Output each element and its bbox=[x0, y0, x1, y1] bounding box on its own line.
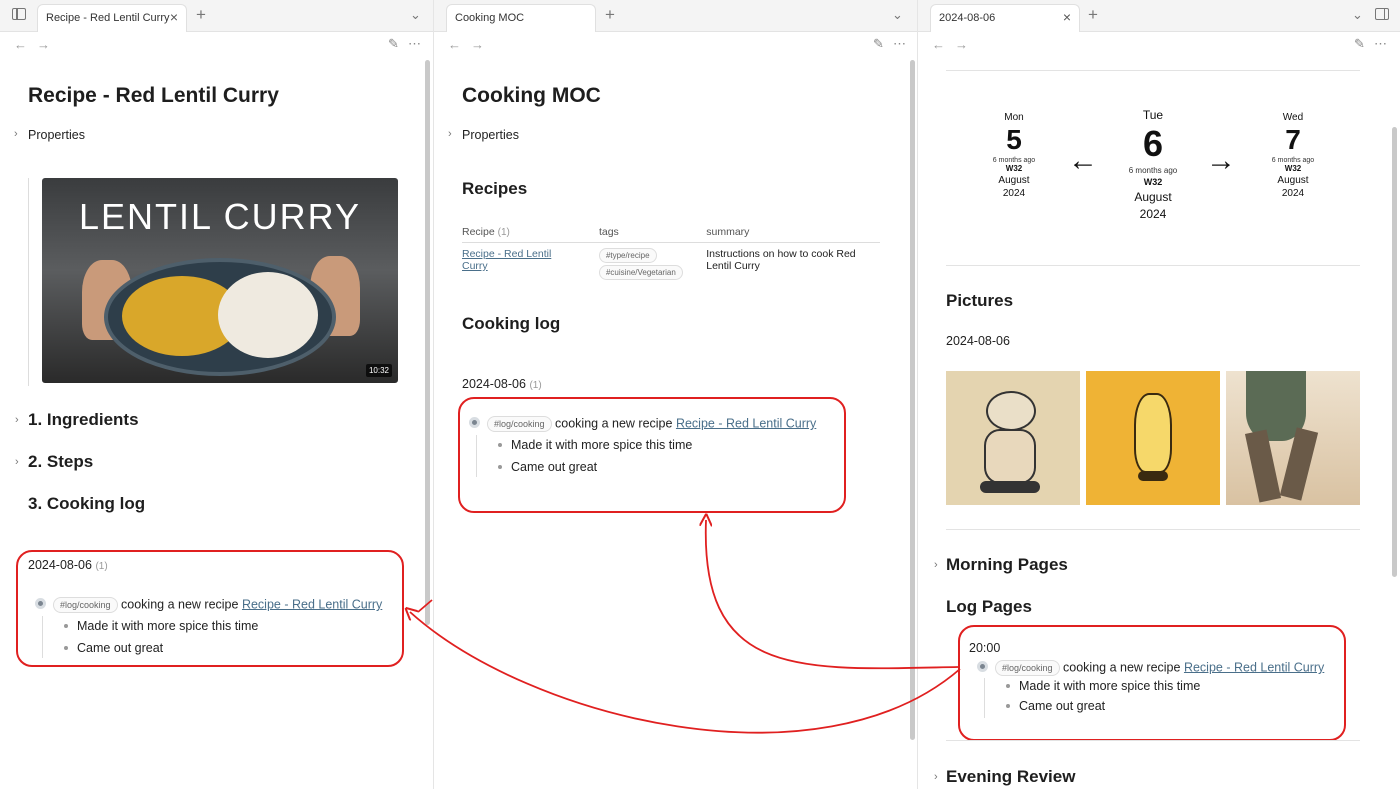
tabbar-right: 2024-08-06 × + ⌄ bbox=[918, 0, 1400, 32]
page-title: Recipe - Red Lentil Curry bbox=[28, 84, 279, 107]
new-tab-icon[interactable]: + bbox=[605, 5, 615, 25]
picture-thumbnail[interactable] bbox=[1226, 371, 1360, 505]
heading-steps[interactable]: 2. Steps bbox=[28, 452, 93, 472]
picture-thumbnail[interactable] bbox=[946, 371, 1080, 505]
pane-cooking-moc: ←→ ✎ ⋯ Cooking MOC › Properties Recipes … bbox=[434, 32, 917, 789]
day-next[interactable]: Wed 7 6 months ago W32 August 2024 bbox=[1253, 112, 1333, 199]
close-icon[interactable]: × bbox=[1063, 9, 1071, 25]
curry-bowl bbox=[104, 258, 336, 376]
pencil-icon[interactable]: ✎ bbox=[873, 36, 884, 52]
column-header-recipe[interactable]: Recipe (1) bbox=[462, 222, 599, 243]
recipe-link[interactable]: Recipe - Red Lentil Curry bbox=[462, 248, 562, 272]
chevron-right-icon[interactable]: › bbox=[934, 771, 938, 783]
embed-bar bbox=[28, 178, 29, 386]
right-sidebar-toggle-icon[interactable] bbox=[1375, 8, 1389, 20]
chevron-down-icon[interactable]: ⌄ bbox=[1352, 7, 1363, 23]
arrow-right-icon[interactable]: → bbox=[37, 37, 60, 52]
tabbar-middle: Cooking MOC + ⌄ bbox=[434, 0, 917, 32]
tab-title: Cooking MOC bbox=[455, 12, 525, 24]
pencil-icon[interactable]: ✎ bbox=[1354, 36, 1365, 52]
chevron-down-icon[interactable]: ⌄ bbox=[410, 7, 421, 23]
chevron-right-icon[interactable]: › bbox=[15, 414, 19, 426]
tab-title: 2024-08-06 bbox=[939, 12, 996, 24]
day-current: Tue 6 6 months ago W32 August 2024 bbox=[1128, 108, 1178, 221]
tab-cooking-moc[interactable]: Cooking MOC bbox=[446, 4, 596, 32]
new-tab-icon[interactable]: + bbox=[1088, 5, 1098, 25]
column-header-summary[interactable]: summary bbox=[706, 222, 880, 243]
heading-ingredients[interactable]: 1. Ingredients bbox=[28, 410, 139, 430]
more-horizontal-icon[interactable]: ⋯ bbox=[893, 36, 906, 52]
arrow-left-icon[interactable]: ← bbox=[448, 37, 471, 52]
close-icon[interactable]: × bbox=[170, 9, 178, 25]
page-title: Cooking MOC bbox=[462, 84, 601, 107]
tabbar-left: Recipe - Red Lentil Curry × + ⌄ bbox=[0, 0, 433, 32]
scrollbar[interactable] bbox=[425, 60, 430, 625]
scrollbar[interactable] bbox=[1392, 127, 1397, 577]
arrow-right-icon[interactable]: → bbox=[1206, 144, 1236, 178]
properties-toggle[interactable]: Properties bbox=[462, 128, 519, 142]
chevron-right-icon[interactable]: › bbox=[14, 128, 18, 140]
divider bbox=[946, 529, 1360, 530]
annotation-box bbox=[16, 550, 404, 667]
chevron-right-icon[interactable]: › bbox=[448, 128, 452, 140]
summary-cell: Instructions on how to cook Red Lentil C… bbox=[706, 248, 856, 272]
heading-cooking-log: 3. Cooking log bbox=[28, 494, 146, 513]
heading-log-pages: Log Pages bbox=[946, 597, 1032, 616]
heading-cooking-log: Cooking log bbox=[462, 314, 561, 333]
sidebar-toggle-icon[interactable] bbox=[12, 8, 26, 20]
divider bbox=[946, 70, 1360, 71]
video-duration: 10:32 bbox=[365, 364, 392, 377]
annotation-box bbox=[458, 397, 846, 513]
arrow-right-icon[interactable]: → bbox=[471, 37, 494, 52]
annotation-box bbox=[958, 625, 1346, 741]
video-embed[interactable]: LENTIL CURRY 10:32 bbox=[42, 178, 398, 383]
log-date: 2024-08-06 (1) bbox=[462, 377, 542, 391]
pane-daily-note: ←→ ✎ ⋯ Mon 5 6 months ago W32 August 202… bbox=[918, 32, 1400, 789]
pane-recipe: ←→ ✎ ⋯ Recipe - Red Lentil Curry › Prope… bbox=[0, 32, 433, 789]
more-horizontal-icon[interactable]: ⋯ bbox=[408, 36, 421, 52]
column-header-tags[interactable]: tags bbox=[598, 222, 707, 243]
arrow-left-icon[interactable]: ← bbox=[932, 37, 955, 52]
chevron-right-icon[interactable]: › bbox=[934, 559, 938, 571]
heading-morning-pages[interactable]: Morning Pages bbox=[946, 555, 1068, 575]
new-tab-icon[interactable]: + bbox=[196, 5, 206, 25]
arrow-left-icon[interactable]: ← bbox=[1068, 144, 1098, 178]
pencil-icon[interactable]: ✎ bbox=[388, 36, 399, 52]
tag-cuisine-vegetarian[interactable]: #cuisine/Vegetarian bbox=[598, 265, 683, 280]
chevron-down-icon[interactable]: ⌄ bbox=[892, 7, 903, 23]
more-horizontal-icon[interactable]: ⋯ bbox=[1374, 36, 1387, 52]
pictures-date: 2024-08-06 bbox=[946, 334, 1010, 348]
heading-recipes: Recipes bbox=[462, 179, 528, 198]
divider bbox=[946, 265, 1360, 266]
day-prev[interactable]: Mon 5 6 months ago W32 August 2024 bbox=[974, 112, 1054, 199]
divider bbox=[946, 740, 1360, 741]
scrollbar[interactable] bbox=[910, 60, 915, 740]
video-title-text: LENTIL CURRY bbox=[78, 196, 362, 237]
chevron-right-icon[interactable]: › bbox=[15, 456, 19, 468]
picture-thumbnail[interactable] bbox=[1086, 371, 1220, 505]
properties-toggle[interactable]: Properties bbox=[28, 128, 85, 142]
tab-recipe[interactable]: Recipe - Red Lentil Curry × bbox=[37, 4, 187, 32]
recipes-table: Recipe (1) tags summary Recipe - Red Len… bbox=[462, 222, 880, 285]
table-row: Recipe - Red Lentil Curry #type/recipe #… bbox=[462, 243, 880, 286]
heading-evening-review[interactable]: Evening Review bbox=[946, 767, 1075, 787]
arrow-left-icon[interactable]: ← bbox=[14, 37, 37, 52]
tab-title: Recipe - Red Lentil Curry bbox=[46, 12, 170, 24]
tab-daily-note[interactable]: 2024-08-06 × bbox=[930, 4, 1080, 32]
tag-type-recipe[interactable]: #type/recipe bbox=[598, 248, 657, 263]
heading-pictures: Pictures bbox=[946, 291, 1014, 310]
arrow-right-icon[interactable]: → bbox=[955, 37, 978, 52]
